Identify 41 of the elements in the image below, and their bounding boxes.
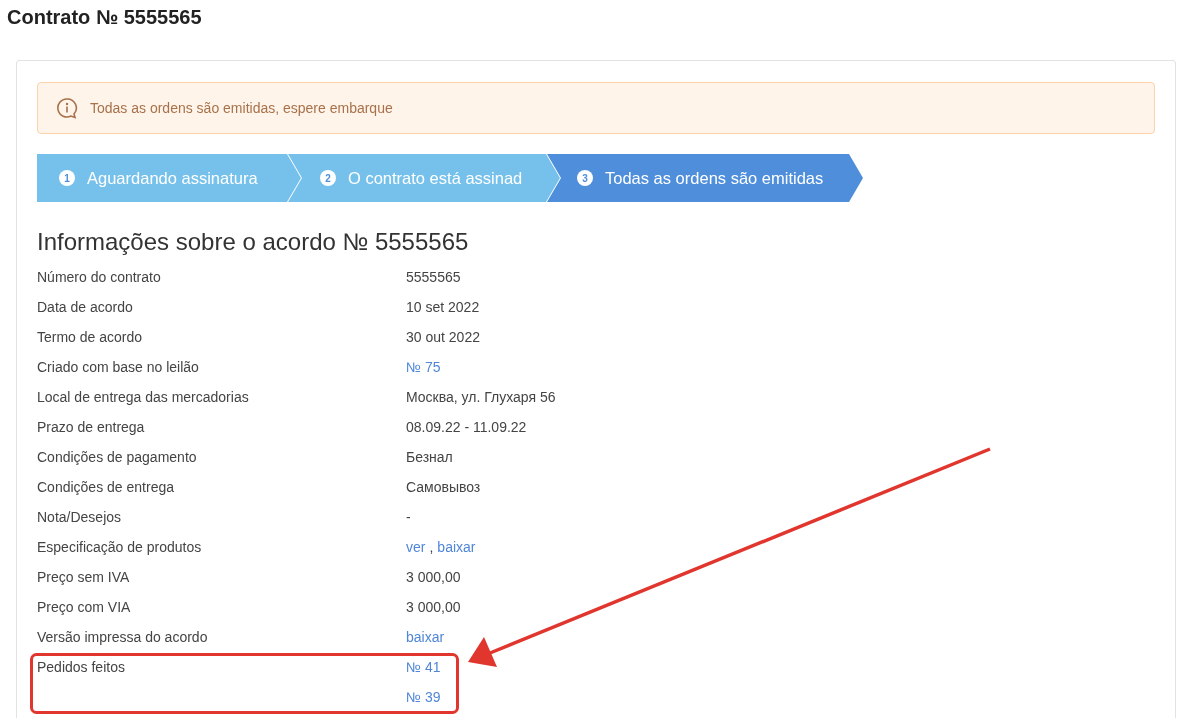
field-value: 30 out 2022 [406, 328, 480, 347]
field-label: Condições de entrega [37, 478, 174, 497]
info-icon [56, 97, 78, 119]
value-link[interactable]: baixar [406, 622, 445, 652]
step-number: 3 [577, 170, 593, 186]
alert-text: Todas as ordens são emitidas, espere embarque [90, 100, 393, 116]
field-label: Criado com base no leilão [37, 358, 199, 377]
field-value: 08.09.22 - 11.09.22 [406, 418, 527, 437]
value-link[interactable]: baixar [437, 532, 476, 562]
field-value: Безнал [406, 448, 453, 467]
section-title: Informações sobre o acordo № 5555565 [37, 228, 470, 256]
value-link[interactable]: № 75 [406, 352, 441, 382]
field-label: Data de acordo [37, 298, 133, 317]
field-value: 10 set 2022 [406, 298, 480, 317]
field-label: Número do contrato [37, 268, 161, 287]
field-value: - [406, 508, 411, 527]
field-label: Preço com VIA [37, 598, 131, 617]
step-number: 2 [320, 170, 336, 186]
value-link[interactable]: № 41 [406, 652, 441, 682]
step-number: 1 [59, 170, 75, 186]
field-label: Preço sem IVA [37, 568, 130, 587]
field-label: Versão impressa do acordo [37, 628, 208, 647]
value-link[interactable]: ver [406, 532, 426, 562]
value-link[interactable]: № 39 [406, 682, 441, 712]
field-label: Especificação de produtos [37, 538, 202, 557]
field-label: Prazo de entrega [37, 418, 145, 437]
page-title: Contrato № 5555565 [6, 5, 203, 30]
field-value: 3 000,00 [406, 598, 461, 617]
field-value: 3 000,00 [406, 568, 461, 587]
step-label: Todas as ordens são emitidas [605, 168, 824, 188]
field-label: Condições de pagamento [37, 448, 197, 467]
field-label: Local de entrega das mercadorias [37, 388, 249, 407]
field-value: , [429, 538, 434, 557]
step-label: O contrato está assinad [348, 168, 523, 188]
field-value: 5555565 [406, 268, 461, 287]
field-value: Самовывоз [406, 478, 481, 497]
field-label: Nota/Desejos [37, 508, 122, 527]
field-label: Pedidos feitos [37, 658, 125, 677]
step-label: Aguardando assinatura [87, 168, 258, 188]
field-value: Москва, ул. Глухаря 56 [406, 388, 556, 407]
field-label: Termo de acordo [37, 328, 143, 347]
